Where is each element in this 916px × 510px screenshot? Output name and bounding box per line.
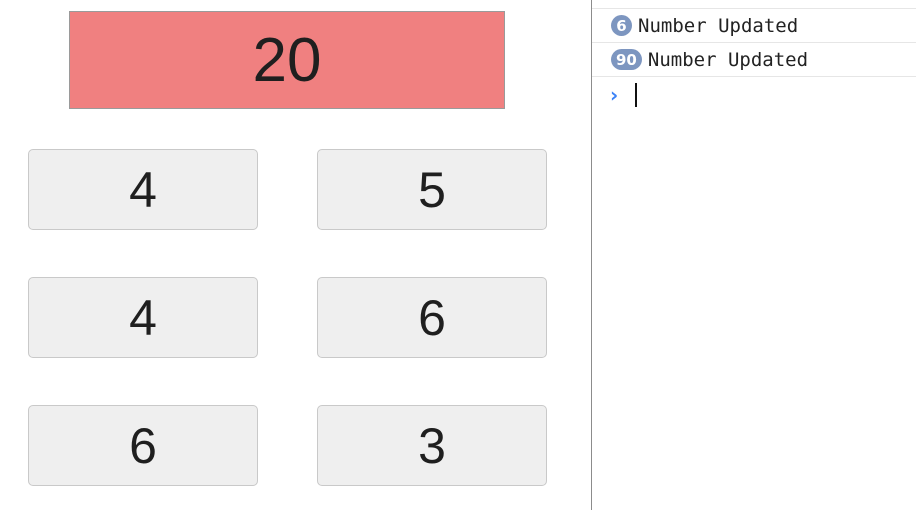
number-button[interactable]: 4 [28, 149, 258, 230]
target-number-display: 20 [69, 11, 505, 109]
console-input[interactable]: › [592, 78, 916, 112]
log-message: Number Updated [647, 48, 809, 71]
number-button[interactable]: 4 [28, 277, 258, 358]
console-log-entry[interactable]: 6 Number Updated [592, 9, 916, 43]
game-panel: 20 4 5 4 6 6 3 [0, 0, 591, 510]
number-button[interactable]: 5 [317, 149, 547, 230]
chevron-right-icon: › [610, 83, 619, 107]
number-button[interactable]: 6 [317, 277, 547, 358]
devtools-console: 6 Number Updated 90 Number Updated › [592, 0, 916, 510]
console-log-entry[interactable]: 90 Number Updated [592, 43, 916, 77]
log-message: Number Updated [638, 14, 799, 37]
number-button[interactable]: 3 [317, 405, 547, 486]
number-button[interactable]: 6 [28, 405, 258, 486]
repeat-count-badge: 6 [611, 15, 632, 36]
repeat-count-badge: 90 [611, 49, 642, 70]
text-caret [635, 83, 637, 107]
